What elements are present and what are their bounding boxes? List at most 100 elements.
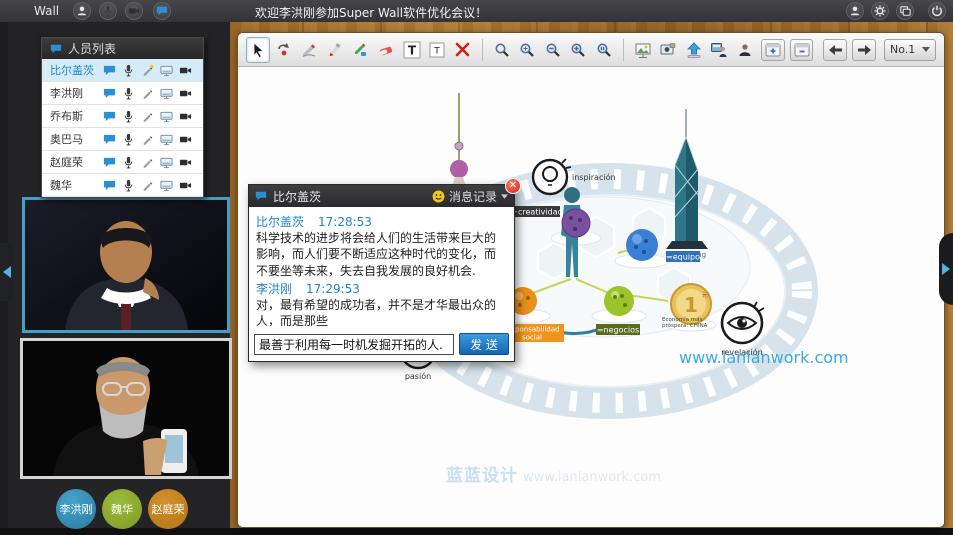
mic-icon[interactable]: [119, 155, 138, 170]
pan-tool-button[interactable]: [272, 37, 296, 63]
text-large-tool-button[interactable]: T: [400, 37, 424, 63]
camera-icon[interactable]: [176, 155, 195, 170]
window-switch-icon[interactable]: [896, 2, 914, 20]
camera-icon[interactable]: [125, 2, 143, 20]
prev-page-button[interactable]: [823, 39, 847, 61]
roster-row-lihonggang[interactable]: 李洪刚: [42, 82, 203, 105]
team-ball: [626, 229, 658, 261]
message-history-button[interactable]: 消息记录: [449, 188, 497, 205]
left-panel: 李洪刚 魏华 赵庭荣 人员列表 比尔盖茨 李洪刚: [0, 22, 230, 528]
zoom-in-button[interactable]: [567, 37, 591, 63]
close-icon[interactable]: ✕: [505, 178, 521, 194]
chat-icon[interactable]: [100, 86, 119, 101]
zoom-out-button[interactable]: [541, 37, 565, 63]
roster-row-zhaotingrong[interactable]: 赵庭荣: [42, 151, 203, 174]
zoom-actual-button[interactable]: [592, 37, 616, 63]
home-icon[interactable]: [846, 2, 864, 20]
zoom-fit-button[interactable]: [515, 37, 539, 63]
presenter-view-button[interactable]: [708, 37, 732, 63]
pen-icon[interactable]: [138, 178, 157, 193]
chat-icon[interactable]: [100, 132, 119, 147]
remove-page-button[interactable]: [790, 39, 814, 61]
chat-icon[interactable]: [100, 109, 119, 124]
insert-image-board-button[interactable]: [631, 37, 655, 63]
highlighter-tool-button[interactable]: [323, 37, 347, 63]
chevron-right-icon: [942, 263, 950, 275]
watermark: 蓝蓝设计 www.lanlanwork.com: [446, 461, 661, 486]
roster-row-weihua[interactable]: 魏华: [42, 174, 203, 197]
svg-text:元: 元: [702, 292, 708, 299]
mic-icon[interactable]: [119, 109, 138, 124]
chat-icon[interactable]: [100, 63, 119, 78]
add-page-button[interactable]: [761, 39, 785, 61]
expand-right-panel-tab[interactable]: [939, 233, 953, 305]
mic-icon[interactable]: [119, 63, 138, 78]
send-button[interactable]: 发 送: [459, 333, 509, 355]
page-selector-dropdown[interactable]: No.1: [884, 39, 936, 61]
avatar-weihua[interactable]: 魏华: [102, 489, 142, 529]
pen-icon[interactable]: [138, 86, 157, 101]
emoji-icon[interactable]: [432, 190, 445, 203]
chat-title: 比尔盖茨: [273, 188, 321, 205]
roster-row-aobama[interactable]: 奥巴马: [42, 128, 203, 151]
business-ball: [604, 286, 634, 316]
settings-gear-icon[interactable]: [871, 2, 889, 20]
chat-icon[interactable]: [100, 178, 119, 193]
camera-icon[interactable]: [176, 178, 195, 193]
chat-icon[interactable]: [100, 155, 119, 170]
screen-share-icon[interactable]: [157, 86, 176, 101]
participant-list-header[interactable]: 人员列表: [42, 38, 203, 59]
app-window: Wall 欢迎李洪刚参加Super Wall软件优化会议！: [0, 0, 953, 535]
chat-header[interactable]: 比尔盖茨 消息记录 ✕: [249, 185, 514, 207]
camera-icon[interactable]: [176, 109, 195, 124]
screen-capture-button[interactable]: [656, 37, 680, 63]
video-feed-jobs: [20, 338, 232, 479]
speaker-button[interactable]: [733, 37, 757, 63]
chat-icon[interactable]: [153, 2, 171, 20]
message-sender: 比尔盖茨: [256, 215, 304, 229]
page-selector-value: No.1: [890, 43, 915, 56]
participants-icon[interactable]: [73, 2, 91, 20]
camera-icon[interactable]: [176, 86, 195, 101]
roster-row-bilgates[interactable]: 比尔盖茨: [42, 59, 203, 82]
text-small-tool-button[interactable]: T: [426, 37, 450, 63]
upload-button[interactable]: [682, 37, 706, 63]
eraser-tool-button[interactable]: [374, 37, 398, 63]
power-icon[interactable]: [928, 2, 946, 20]
screen-share-icon[interactable]: [157, 63, 176, 78]
zoom-search-button[interactable]: [490, 37, 514, 63]
chat-bubble-icon: [50, 43, 62, 55]
jobs-portrait: [23, 341, 229, 476]
mic-icon[interactable]: [119, 132, 138, 147]
obama-portrait: [25, 200, 227, 330]
screen-share-icon[interactable]: [157, 132, 176, 147]
screen-share-icon[interactable]: [157, 109, 176, 124]
pen-icon[interactable]: [138, 132, 157, 147]
color-pen-tool-button[interactable]: [349, 37, 373, 63]
delete-tool-button[interactable]: [451, 37, 475, 63]
next-page-button[interactable]: [852, 39, 876, 61]
equipo-label: =equipo: [666, 253, 700, 262]
pen-icon[interactable]: [138, 109, 157, 124]
chat-bubble-icon: [255, 190, 267, 202]
watermark-brand: 蓝蓝设计: [446, 466, 518, 486]
mic-icon[interactable]: [119, 178, 138, 193]
collapse-left-panel-tab[interactable]: [0, 243, 14, 301]
roster-row-qiaobusi[interactable]: 乔布斯: [42, 105, 203, 128]
avatar-zhaotingrong[interactable]: 赵庭荣: [148, 489, 188, 529]
chat-input[interactable]: [254, 334, 454, 355]
camera-icon[interactable]: [176, 132, 195, 147]
mic-icon[interactable]: [119, 86, 138, 101]
select-tool-button[interactable]: [246, 37, 270, 63]
avatar-lihonggang[interactable]: 李洪刚: [56, 489, 96, 529]
pen-icon[interactable]: [138, 63, 157, 78]
screen-share-icon[interactable]: [157, 155, 176, 170]
microphone-icon[interactable]: [99, 2, 117, 20]
pen-tool-button[interactable]: [297, 37, 321, 63]
screen-share-icon[interactable]: [157, 178, 176, 193]
camera-icon[interactable]: [176, 63, 195, 78]
toolbar-divider: [482, 39, 483, 61]
inspiracion-label: inspiración: [572, 172, 616, 182]
pen-icon[interactable]: [138, 155, 157, 170]
meeting-title: 欢迎李洪刚参加Super Wall软件优化会议！: [255, 4, 487, 21]
